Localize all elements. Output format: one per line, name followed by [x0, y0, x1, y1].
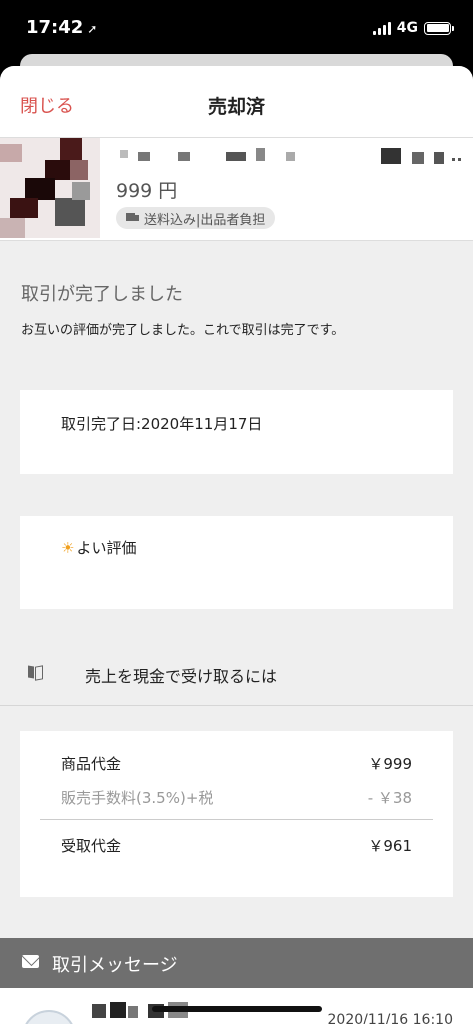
- nav-bar: 閉じる 売却済: [0, 66, 473, 138]
- shipping-badge: 送料込み|出品者負担: [116, 207, 276, 229]
- truck-icon: [126, 213, 140, 223]
- fee-row-commission: 販売手数料(3.5%)+税 - ￥38: [61, 787, 412, 808]
- fee-label: 受取代金: [61, 837, 122, 855]
- evaluation-card: ☀ よい評価: [20, 516, 453, 609]
- completion-message: お互いの評価が完了しました。これで取引は完了です。: [21, 323, 345, 338]
- signal-icon: [372, 21, 391, 35]
- avatar: [22, 1010, 76, 1024]
- messages-header: 取引メッセージ: [0, 938, 473, 988]
- home-indicator[interactable]: [152, 1006, 322, 1012]
- completion-heading: 取引が完了しました: [21, 284, 183, 305]
- sun-icon: ☀: [61, 538, 75, 557]
- completion-date: 取引完了日:2020年11月17日: [61, 415, 263, 433]
- status-bar: 17:42 ➚ 4G: [0, 0, 473, 58]
- evaluation-text: よい評価: [76, 539, 137, 557]
- network-type: 4G: [396, 20, 418, 36]
- fee-divider: [40, 819, 433, 820]
- battery-icon: [424, 21, 454, 35]
- message-timestamp: 2020/11/16 16:10: [327, 1012, 454, 1024]
- item-thumbnail[interactable]: [0, 138, 100, 238]
- fee-row-received: 受取代金 ￥961: [61, 835, 412, 856]
- status-indicators: 4G: [372, 20, 454, 36]
- item-price: 999 円: [116, 180, 178, 202]
- location-arrow-icon: ➚: [87, 22, 98, 36]
- fee-value: ￥961: [368, 837, 412, 855]
- transaction-sheet: 閉じる 売却済 999 円 送料込み|出品者負担 取引が完了しました お互いの評…: [0, 66, 473, 1024]
- completion-date-card: 取引完了日:2020年11月17日: [20, 390, 453, 474]
- fee-label: 商品代金: [61, 755, 122, 773]
- page-title: 売却済: [207, 96, 265, 118]
- messages-header-label: 取引メッセージ: [52, 955, 178, 976]
- fee-label: 販売手数料(3.5%)+税: [61, 789, 214, 807]
- status-time: 17:42 ➚: [26, 17, 97, 38]
- book-icon: [28, 665, 42, 679]
- item-title-censored: [116, 148, 466, 164]
- mail-icon: [22, 955, 39, 968]
- cash-out-guide-label: 売上を現金で受け取るには: [85, 667, 278, 686]
- fee-value: ￥999: [368, 755, 412, 773]
- shipping-text: 送料込み|出品者負担: [144, 212, 266, 228]
- fee-row-item-price: 商品代金 ￥999: [61, 753, 412, 774]
- cash-out-guide-link[interactable]: 売上を現金で受け取るには: [0, 644, 473, 706]
- clock-text: 17:42: [26, 17, 84, 38]
- fee-value: - ￥38: [367, 789, 412, 807]
- item-summary[interactable]: 999 円 送料込み|出品者負担: [0, 138, 473, 241]
- fee-summary-card: 商品代金 ￥999 販売手数料(3.5%)+税 - ￥38 受取代金 ￥961: [20, 731, 453, 897]
- evaluation-row: ☀ よい評価: [61, 537, 136, 558]
